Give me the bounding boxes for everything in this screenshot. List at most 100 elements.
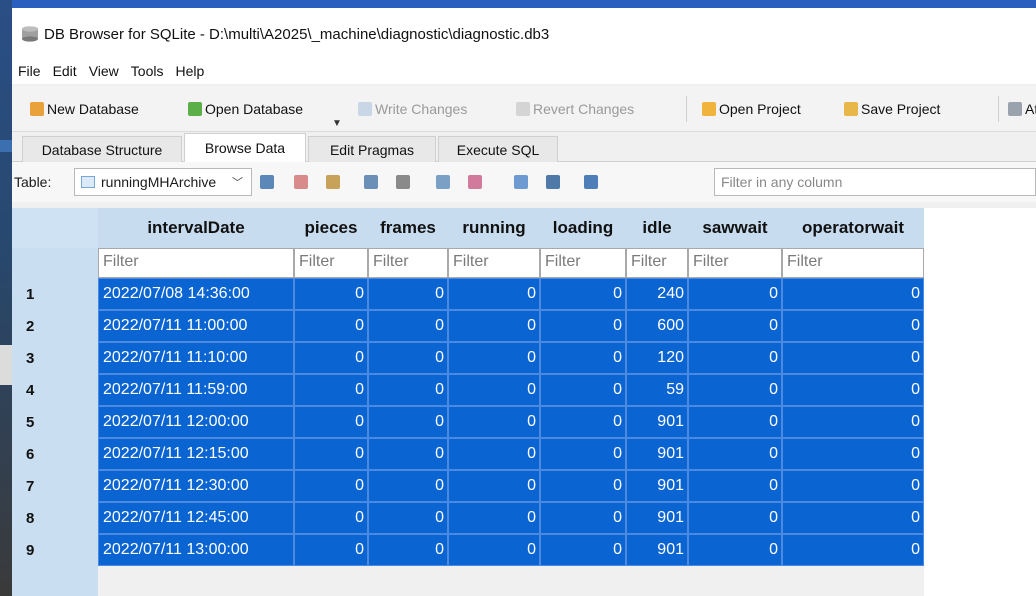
table-cell[interactable]: 120 [626,342,688,374]
table-cell[interactable]: 0 [688,438,782,470]
column-header-running[interactable]: running [448,208,540,248]
column-header-frames[interactable]: frames [368,208,448,248]
table-cell[interactable]: 0 [688,534,782,566]
grid-corner[interactable] [12,208,98,248]
highlight-icon[interactable] [546,175,560,189]
table-cell[interactable]: 0 [540,374,626,406]
table-cell[interactable]: 59 [626,374,688,406]
table-cell[interactable]: 0 [368,470,448,502]
tab-execute-sql[interactable]: Execute SQL [438,136,558,162]
table-cell[interactable]: 0 [294,470,368,502]
print-icon[interactable] [396,175,410,189]
column-header-idle[interactable]: idle [626,208,688,248]
row-number[interactable]: 6 [12,438,98,470]
row-number[interactable]: 5 [12,406,98,438]
table-cell[interactable]: 0 [294,278,368,310]
table-cell[interactable]: 0 [688,406,782,438]
table-cell[interactable]: 0 [294,502,368,534]
table-cell[interactable]: 0 [368,406,448,438]
table-cell[interactable]: 0 [688,470,782,502]
table-cell[interactable]: 0 [540,534,626,566]
table-cell[interactable]: 0 [782,502,924,534]
table-cell[interactable]: 901 [626,438,688,470]
table-cell[interactable]: 0 [782,278,924,310]
column-filter-input[interactable]: Filter [626,248,688,278]
save-table-icon[interactable] [364,175,378,189]
table-cell[interactable]: 0 [540,278,626,310]
row-number[interactable]: 3 [12,342,98,374]
table-cell[interactable]: 0 [540,406,626,438]
row-number[interactable]: 7 [12,470,98,502]
table-cell[interactable]: 0 [540,342,626,374]
menu-file[interactable]: File [18,63,41,79]
menu-view[interactable]: View [89,63,119,79]
table-cell[interactable]: 0 [368,278,448,310]
table-cell[interactable]: 0 [448,342,540,374]
attach-button[interactable]: At [1008,98,1036,120]
table-select[interactable]: runningMHArchive ﹀ [74,168,252,196]
refresh-icon[interactable] [260,175,274,189]
filter-any-column-input[interactable]: Filter in any column [714,168,1036,196]
table-cell[interactable]: 0 [368,374,448,406]
table-cell[interactable]: 0 [540,470,626,502]
column-filter-input[interactable]: Filter [294,248,368,278]
table-cell[interactable]: 0 [448,374,540,406]
column-filter-input[interactable]: Filter [448,248,540,278]
column-filter-input[interactable]: Filter [368,248,448,278]
row-number[interactable]: 1 [12,278,98,310]
row-number[interactable]: 9 [12,534,98,566]
table-cell[interactable]: 0 [540,502,626,534]
table-cell[interactable]: 0 [448,278,540,310]
table-cell[interactable]: 0 [782,406,924,438]
column-header-sawwait[interactable]: sawwait [688,208,782,248]
table-cell[interactable]: 2022/07/11 11:59:00 [98,374,294,406]
new-database-button[interactable]: New Database [30,98,139,120]
table-cell[interactable]: 0 [782,534,924,566]
column-header-intervaldate[interactable]: intervalDate [98,208,294,248]
tab-database-structure[interactable]: Database Structure [22,136,182,162]
delete-record-icon[interactable] [468,175,482,189]
table-cell[interactable]: 2022/07/11 12:00:00 [98,406,294,438]
table-cell[interactable]: 0 [448,438,540,470]
table-cell[interactable]: 0 [540,438,626,470]
table-cell[interactable]: 0 [782,310,924,342]
row-number[interactable]: 4 [12,374,98,406]
column-filter-input[interactable]: Filter [688,248,782,278]
table-cell[interactable]: 240 [626,278,688,310]
table-cell[interactable]: 2022/07/11 12:15:00 [98,438,294,470]
menu-help[interactable]: Help [175,63,204,79]
table-cell[interactable]: 0 [368,502,448,534]
column-header-loading[interactable]: loading [540,208,626,248]
table-cell[interactable]: 0 [688,278,782,310]
table-cell[interactable]: 0 [448,406,540,438]
table-cell[interactable]: 0 [294,438,368,470]
menu-tools[interactable]: Tools [131,63,164,79]
font-icon[interactable] [514,175,528,189]
table-cell[interactable]: 0 [294,406,368,438]
table-cell[interactable]: 901 [626,406,688,438]
table-cell[interactable]: 0 [688,374,782,406]
row-number[interactable]: 2 [12,310,98,342]
table-cell[interactable]: 0 [294,534,368,566]
table-cell[interactable]: 0 [448,470,540,502]
table-cell[interactable]: 0 [540,310,626,342]
table-cell[interactable]: 600 [626,310,688,342]
column-header-pieces[interactable]: pieces [294,208,368,248]
find-replace-icon[interactable] [584,175,598,189]
table-cell[interactable]: 0 [782,438,924,470]
table-cell[interactable]: 0 [688,342,782,374]
table-cell[interactable]: 901 [626,502,688,534]
table-cell[interactable]: 2022/07/11 12:30:00 [98,470,294,502]
revert-changes-button[interactable]: Revert Changes [516,98,634,120]
table-cell[interactable]: 0 [448,534,540,566]
table-cell[interactable]: 0 [688,310,782,342]
table-cell[interactable]: 2022/07/08 14:36:00 [98,278,294,310]
table-cell[interactable]: 2022/07/11 13:00:00 [98,534,294,566]
write-changes-button[interactable]: Write Changes [358,98,467,120]
table-cell[interactable]: 0 [782,342,924,374]
table-cell[interactable]: 2022/07/11 11:10:00 [98,342,294,374]
table-cell[interactable]: 0 [448,310,540,342]
open-project-button[interactable]: Open Project [702,98,801,120]
table-cell[interactable]: 0 [368,310,448,342]
column-header-operatorwait[interactable]: operatorwait [782,208,924,248]
